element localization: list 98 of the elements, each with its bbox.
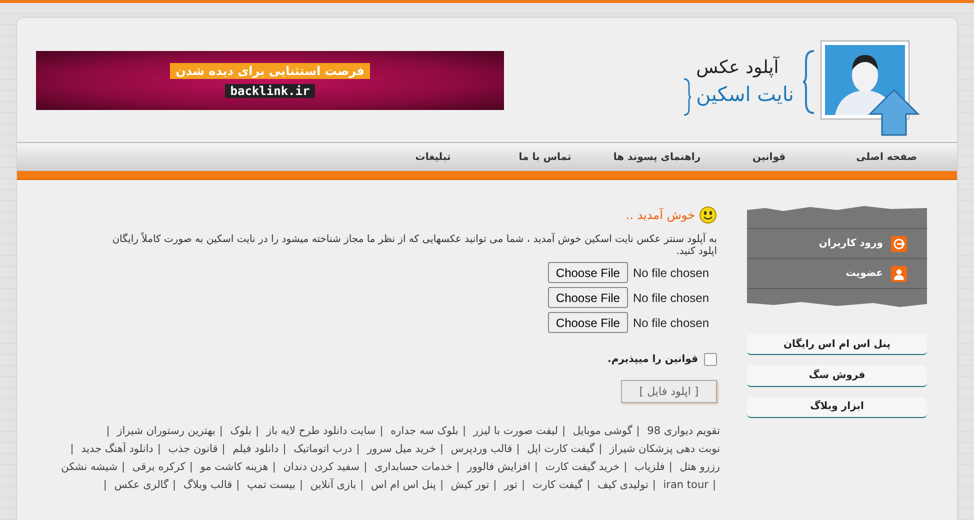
link-separator: | — [521, 479, 526, 491]
link-separator: | — [219, 425, 223, 437]
footer-link[interactable]: فلزیاب — [634, 461, 665, 473]
link-separator: | — [668, 461, 672, 473]
footer-link[interactable]: سفید کردن دندان — [283, 461, 360, 473]
footer-link[interactable]: شیشه نشکن — [61, 461, 118, 473]
footer-link[interactable]: iran tour — [663, 479, 708, 491]
footer-link[interactable]: رزرو هتل — [680, 461, 720, 473]
terms-checkbox[interactable] — [704, 353, 717, 366]
sidebar-link-button[interactable]: فروش سگ — [747, 365, 927, 387]
link-separator: | — [356, 443, 360, 455]
link-separator: | — [586, 479, 590, 491]
footer-link[interactable]: گیفت کارت اپل — [527, 443, 595, 455]
sidebar-link-button[interactable]: پنل اس ام اس رایگان — [747, 334, 927, 356]
site-title: آپلود عکس — [696, 56, 779, 80]
login-icon — [891, 236, 907, 252]
user-icon — [891, 266, 907, 282]
footer-link[interactable]: تور کیش — [450, 479, 490, 491]
sidebar-menu-item[interactable]: عضویت — [846, 268, 883, 279]
footer-link[interactable]: خدمات حسابداری — [374, 461, 452, 473]
brace-icon — [682, 77, 692, 117]
footer-link[interactable]: بلوک سه جداره — [390, 425, 458, 437]
link-separator: | — [236, 479, 240, 491]
footer-link[interactable]: سایت دانلود طرح لایه باز — [266, 425, 376, 437]
link-separator: | — [299, 479, 303, 491]
link-separator: | — [256, 425, 260, 437]
link-separator: | — [598, 443, 602, 455]
link-separator: | — [189, 461, 193, 473]
banner-domain: backlink.ir — [225, 84, 315, 98]
file-status: No file chosen — [632, 266, 709, 280]
nav-link[interactable]: قوانین — [713, 152, 825, 162]
link-separator: | — [157, 443, 161, 455]
link-separator: | — [456, 461, 460, 473]
footer-link[interactable]: کرکره برقی — [132, 461, 186, 473]
smiley-icon — [699, 206, 717, 224]
footer-link[interactable]: خرید گیفت کارت — [545, 461, 620, 473]
footer-link[interactable]: بلوک — [230, 425, 252, 437]
footer-link[interactable]: افزایش فالوور — [467, 461, 530, 473]
link-separator: | — [534, 461, 538, 473]
link-separator: | — [70, 443, 74, 455]
link-separator: | — [636, 425, 640, 437]
nav-link[interactable]: تبلیغات — [377, 152, 489, 162]
link-separator: | — [282, 443, 286, 455]
choose-file-button[interactable]: Choose File — [548, 262, 628, 283]
link-separator: | — [516, 443, 520, 455]
footer-link[interactable]: پنل اس ام اس — [371, 479, 436, 491]
welcome-heading: خوش آمدید .. — [626, 208, 695, 222]
footer-link[interactable]: قانون جذب — [168, 443, 218, 455]
link-separator: | — [712, 479, 716, 491]
link-separator: | — [562, 425, 566, 437]
link-separator: | — [493, 479, 497, 491]
link-separator: | — [364, 461, 368, 473]
file-status: No file chosen — [632, 316, 709, 330]
choose-file-button[interactable]: Choose File — [548, 287, 628, 308]
footer-link[interactable]: هزینه کاشت مو — [200, 461, 268, 473]
link-separator: | — [103, 479, 107, 491]
footer-link[interactable]: بازی آنلاین — [310, 479, 356, 491]
footer-link[interactable]: لیفت صورت با لیزر — [473, 425, 558, 437]
footer-link[interactable]: بهترین رستوران شیراز — [117, 425, 216, 437]
nav-link[interactable]: تماس با ما — [489, 152, 601, 162]
footer-link[interactable]: درب اتوماتیک — [294, 443, 352, 455]
link-separator: | — [440, 479, 444, 491]
link-separator: | — [222, 443, 226, 455]
footer-link[interactable]: خرید میل سرور — [367, 443, 436, 455]
nav-link[interactable]: صفحه اصلی — [825, 152, 917, 162]
welcome-text: به آپلود سنتر عکس نایت اسکین خوش آمدید ، شما می توانید عکسهایی که از نظر ما مجاز شناخته میشود را در نایت اسکین به صورت کاملاً رایگان اپلود کنید. — [111, 234, 717, 258]
file-status: No file chosen — [632, 290, 709, 304]
link-separator: | — [122, 461, 126, 473]
footer-link[interactable]: گالری عکس — [114, 479, 169, 491]
footer-link[interactable]: تولیدی کیف — [598, 479, 648, 491]
link-separator: | — [624, 461, 628, 473]
link-separator: | — [652, 479, 656, 491]
sidebar-link-button[interactable]: ابزار وبلاگ — [747, 396, 927, 418]
link-separator: | — [380, 425, 384, 437]
link-separator: | — [106, 425, 110, 437]
nav-link[interactable]: راهنمای پسوند ها — [601, 152, 713, 162]
site-subtitle: نایت اسکین — [696, 81, 794, 108]
footer-link[interactable]: بیست تمپ — [247, 479, 296, 491]
footer-link[interactable]: قالب وبلاگ — [183, 479, 232, 491]
link-separator: | — [360, 479, 364, 491]
link-separator: | — [272, 461, 276, 473]
footer-link[interactable]: قالب وردپرس — [450, 443, 512, 455]
banner-headline: فرصت استثنایی برای دیده شدن — [170, 62, 370, 78]
brace-icon — [802, 49, 816, 115]
footer-link[interactable]: گوشی موبایل — [572, 425, 632, 437]
footer-link[interactable]: نوبت دهی پزشکان شیراز — [609, 443, 720, 455]
choose-file-button[interactable]: Choose File — [548, 312, 628, 333]
sidebar-menu-item[interactable]: ورود کاربران — [818, 238, 883, 249]
link-separator: | — [462, 425, 466, 437]
link-separator: | — [440, 443, 444, 455]
terms-label: قوانین را میپذیرم. — [608, 354, 698, 365]
upload-button[interactable]: [ اپلود فایل ] — [621, 380, 717, 403]
link-separator: | — [172, 479, 176, 491]
footer-link[interactable]: تور — [504, 479, 518, 491]
footer-link[interactable]: گیفت کارت — [532, 479, 583, 491]
footer-link[interactable]: تقویم دیواری 98 — [647, 425, 720, 437]
footer-link[interactable]: دانلود فیلم — [232, 443, 279, 455]
footer-link[interactable]: دانلود آهنگ جدید — [81, 443, 154, 455]
